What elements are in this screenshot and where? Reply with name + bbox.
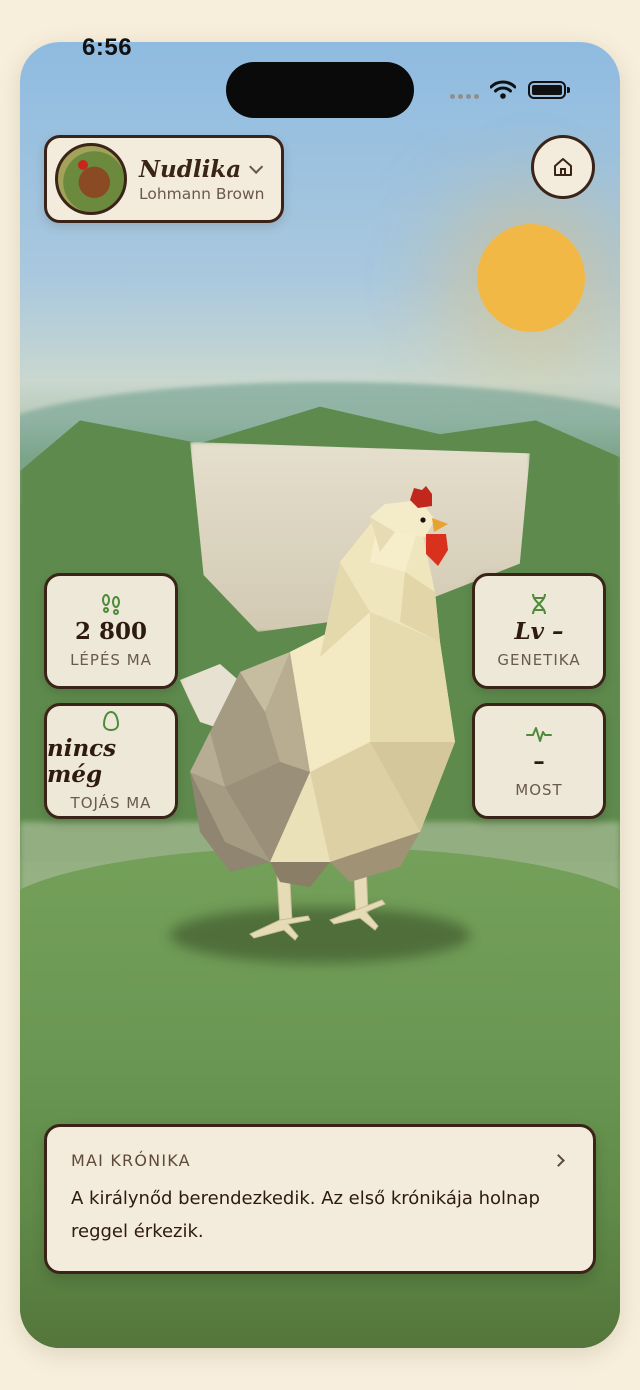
egg-icon (102, 710, 120, 732)
now-value: – (533, 747, 545, 775)
hen-eye (420, 517, 426, 523)
genetics-label: GENETIKA (497, 651, 581, 670)
chevron-down-icon (249, 159, 264, 174)
wifi-icon (490, 80, 516, 99)
chicken-breed: Lohmann Brown (139, 184, 265, 203)
chronicle-title: MAI KRÓNIKA (71, 1151, 191, 1170)
now-card[interactable]: – MOST (472, 703, 606, 819)
dynamic-island (226, 62, 414, 118)
home-button[interactable] (531, 135, 595, 199)
genetics-card[interactable]: Lv – GENETIKA (472, 573, 606, 689)
eggs-value: nincs még (47, 734, 117, 788)
genetics-value: Lv – (514, 617, 564, 645)
home-icon (554, 158, 572, 176)
sun (477, 224, 585, 332)
steps-card[interactable]: 2 800 LÉPÉS MA (44, 573, 178, 689)
eggs-label: TOJÁS MA (70, 794, 152, 813)
daily-chronicle-card[interactable]: MAI KRÓNIKA A királynőd berendezkedik. A… (44, 1124, 596, 1274)
chronicle-text: A királynőd berendezkedik. Az első króni… (71, 1188, 540, 1242)
hen-3d-model[interactable] (170, 442, 470, 942)
eggs-card[interactable]: nincs még TOJÁS MA (44, 703, 178, 819)
pulse-icon (526, 723, 552, 745)
battery-icon (528, 81, 570, 99)
hen-beak (432, 518, 448, 532)
chicken-avatar (55, 143, 127, 215)
hen-body (190, 500, 455, 887)
status-time: 6:56 (82, 34, 133, 61)
chicken-selector[interactable]: Nudlika Lohmann Brown (44, 135, 284, 223)
hen-wattle (426, 534, 448, 566)
chevron-right-icon (552, 1154, 565, 1167)
steps-value: 2 800 (74, 617, 148, 645)
steps-label: LÉPÉS MA (70, 651, 152, 670)
chicken-name: Nudlika (139, 155, 242, 183)
dna-icon (529, 593, 549, 615)
now-label: MOST (515, 781, 563, 800)
cellular-signal-icon (450, 94, 479, 99)
footprints-icon (99, 593, 123, 615)
